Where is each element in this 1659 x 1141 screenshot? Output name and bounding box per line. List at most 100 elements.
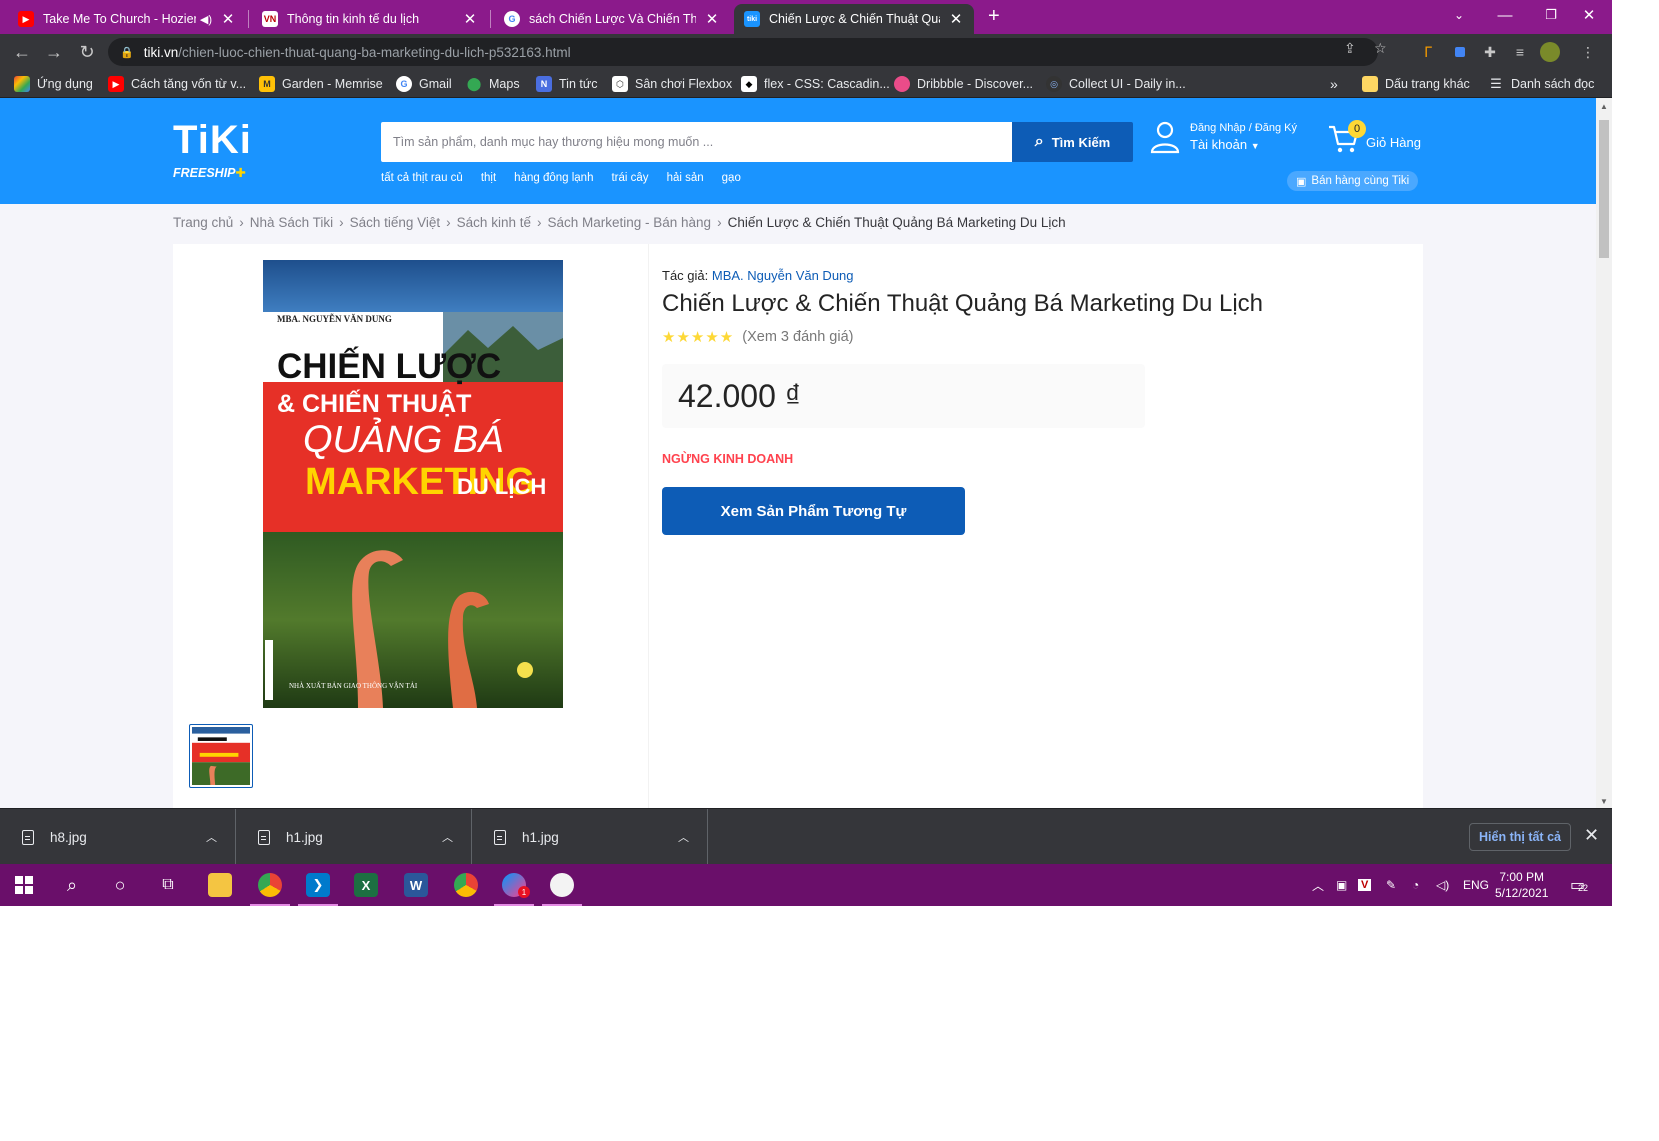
- close-icon[interactable]: ✕: [704, 10, 720, 28]
- minimize-button[interactable]: —: [1482, 0, 1528, 30]
- scroll-down-arrow-icon[interactable]: ▼: [1600, 797, 1608, 806]
- memrise-icon: M: [259, 76, 275, 92]
- bookmark-dribbble[interactable]: Dribbble - Discover...: [894, 74, 1033, 94]
- close-icon[interactable]: ✕: [220, 10, 236, 28]
- wifi-icon[interactable]: ◔: [1412, 864, 1419, 906]
- chevron-up-icon[interactable]: ︿: [678, 829, 689, 845]
- other-bookmarks-folder[interactable]: Dấu trang khác: [1362, 74, 1470, 94]
- paint-icon[interactable]: [538, 864, 586, 906]
- quick-link[interactable]: gạo: [722, 172, 741, 184]
- tab-tiki-active[interactable]: tiki Chiến Lược & Chiến Thuật Quảng ✕: [734, 4, 974, 34]
- chrome-alt-icon[interactable]: [442, 864, 490, 906]
- quick-link[interactable]: tất cả thịt rau củ: [381, 172, 463, 184]
- chrome-icon[interactable]: [246, 864, 294, 906]
- cart-button[interactable]: 0 Giỏ Hàng: [1328, 120, 1421, 154]
- new-tab-button[interactable]: +: [988, 5, 1000, 28]
- tray-overflow-chevron-icon[interactable]: ︿: [1312, 864, 1324, 906]
- address-bar[interactable]: 🔒 tiki.vn/chien-luoc-chien-thuat-quang-b…: [108, 38, 1378, 66]
- messenger-icon[interactable]: 1: [490, 864, 538, 906]
- breadcrumb-link[interactable]: Nhà Sách Tiki: [250, 215, 333, 230]
- bookmark-stackoverflow[interactable]: ◆ flex - CSS: Cascadin...: [741, 74, 890, 94]
- bookmark-youtube[interactable]: ▶ Cách tăng vốn từ v...: [108, 74, 246, 94]
- search-button[interactable]: ⌕ Tìm Kiếm: [1012, 122, 1133, 162]
- book-cover-image[interactable]: MBA. NGUYỄN VĂN DUNG CHIẾN LƯỢC & CHIẾN …: [263, 260, 563, 708]
- breadcrumb-link[interactable]: Sách Marketing - Bán hàng: [547, 215, 711, 230]
- bookmark-flexbox[interactable]: ⬡ Sân chơi Flexbox: [612, 74, 732, 94]
- system-clock[interactable]: 7:00 PM 5/12/2021: [1495, 869, 1548, 901]
- speaker-icon[interactable]: ◀): [200, 13, 212, 26]
- gallery-thumbnail[interactable]: [189, 724, 253, 788]
- breadcrumb-link[interactable]: Trang chủ: [173, 215, 233, 230]
- forward-arrow-icon[interactable]: →: [42, 40, 66, 64]
- notification-center-icon[interactable]: ▭ 22: [1570, 864, 1588, 906]
- quick-link[interactable]: trái cây: [611, 172, 648, 184]
- maps-pin-icon: ⬤: [466, 76, 482, 91]
- input-method-icon[interactable]: ✎: [1386, 864, 1396, 906]
- language-indicator[interactable]: ENG: [1463, 864, 1489, 906]
- profile-avatar[interactable]: [1540, 42, 1560, 62]
- download-item[interactable]: h1.jpg ︿: [472, 809, 708, 865]
- quick-link[interactable]: hàng đông lạnh: [514, 172, 593, 184]
- scroll-up-arrow-icon[interactable]: ▲: [1600, 102, 1608, 111]
- quick-link[interactable]: hải sản: [667, 172, 704, 184]
- bookmark-collectui[interactable]: ◎ Collect UI - Daily in...: [1046, 74, 1186, 94]
- task-view-icon[interactable]: ⧉: [144, 864, 192, 906]
- tiki-logo[interactable]: TiKi FREESHIP✚: [173, 120, 268, 184]
- page-scrollbar[interactable]: ▲ ▼: [1596, 98, 1612, 808]
- bookmark-maps[interactable]: ⬤ Maps: [466, 74, 520, 94]
- close-icon[interactable]: ✕: [462, 10, 478, 28]
- chevron-right-icon: ›: [717, 215, 722, 230]
- tab-vietnam-site[interactable]: VN Thông tin kinh tế du lịch ✕: [252, 4, 488, 34]
- review-count-link[interactable]: (Xem 3 đánh giá): [742, 329, 853, 345]
- download-item[interactable]: h1.jpg ︿: [236, 809, 472, 865]
- chevron-up-icon[interactable]: ︿: [442, 829, 453, 845]
- search-icon[interactable]: ⌕: [48, 864, 96, 906]
- search-input[interactable]: [381, 122, 1012, 162]
- file-explorer-icon[interactable]: [196, 864, 244, 906]
- media-control-icon[interactable]: ≡: [1510, 42, 1530, 62]
- chrome-menu-icon[interactable]: ⋮: [1578, 42, 1598, 62]
- download-filename: h1.jpg: [286, 829, 323, 845]
- camera-icon[interactable]: ▣: [1336, 864, 1347, 906]
- plus-icon: ✚: [235, 166, 246, 180]
- tab-youtube[interactable]: ▶ Take Me To Church - Hozier ( ◀) ✕: [8, 4, 246, 34]
- cortana-icon[interactable]: ○: [96, 864, 144, 906]
- close-icon[interactable]: ✕: [1584, 825, 1599, 846]
- excel-icon[interactable]: X: [342, 864, 390, 906]
- close-icon[interactable]: ✕: [948, 10, 964, 28]
- bookmark-memrise[interactable]: M Garden - Memrise: [259, 74, 383, 94]
- view-similar-button[interactable]: Xem Sản Phẩm Tương Tự: [662, 487, 965, 535]
- tab-label: Chiến Lược & Chiến Thuật Quảng: [769, 12, 940, 26]
- quick-link[interactable]: thịt: [481, 172, 496, 184]
- share-icon[interactable]: ⇪: [1344, 40, 1356, 57]
- windows-start-icon[interactable]: [0, 864, 48, 906]
- extensions-puzzle-icon[interactable]: ✚: [1480, 42, 1500, 62]
- reload-icon[interactable]: ↻: [75, 40, 99, 64]
- scroll-thumb[interactable]: [1599, 120, 1609, 258]
- bookmark-apps[interactable]: Ứng dụng: [14, 74, 93, 94]
- word-icon[interactable]: W: [392, 864, 440, 906]
- bookmark-star-icon[interactable]: ☆: [1374, 40, 1387, 57]
- reading-list[interactable]: ☰ Danh sách đọc: [1488, 74, 1594, 94]
- bookmark-news[interactable]: N Tin tức: [536, 74, 597, 94]
- vscode-icon[interactable]: ❯: [294, 864, 342, 906]
- bookmark-gmail[interactable]: G Gmail: [396, 74, 452, 94]
- window-close-button[interactable]: ✕: [1566, 0, 1612, 30]
- antivirus-icon[interactable]: V: [1358, 864, 1372, 906]
- show-all-downloads-button[interactable]: Hiển thị tất cả: [1469, 823, 1571, 851]
- author-link[interactable]: MBA. Nguyễn Văn Dung: [712, 268, 854, 283]
- bookmarks-overflow-button[interactable]: »: [1330, 74, 1338, 94]
- chevron-up-icon[interactable]: ︿: [206, 829, 217, 845]
- volume-icon[interactable]: ◁): [1436, 864, 1449, 906]
- tab-search-chevron-icon[interactable]: ⌄: [1436, 0, 1482, 30]
- download-filename: h8.jpg: [50, 829, 87, 845]
- tab-google-search[interactable]: G sách Chiến Lược Và Chiến Thuật ✕: [494, 4, 730, 34]
- breadcrumb-link[interactable]: Sách tiếng Việt: [350, 215, 441, 230]
- sell-with-tiki-button[interactable]: ▣ Bán hàng cùng Tiki: [1287, 171, 1419, 191]
- back-arrow-icon[interactable]: ←: [10, 40, 34, 64]
- download-item[interactable]: h8.jpg ︿: [0, 809, 236, 865]
- account-menu[interactable]: Đăng Nhập / Đăng Ký Tài khoản ▼: [1150, 120, 1297, 154]
- breadcrumb-link[interactable]: Sách kinh tế: [457, 215, 531, 230]
- extension-translate-icon[interactable]: ᒥ: [1418, 42, 1438, 62]
- extension-color-picker-icon[interactable]: [1450, 42, 1470, 62]
